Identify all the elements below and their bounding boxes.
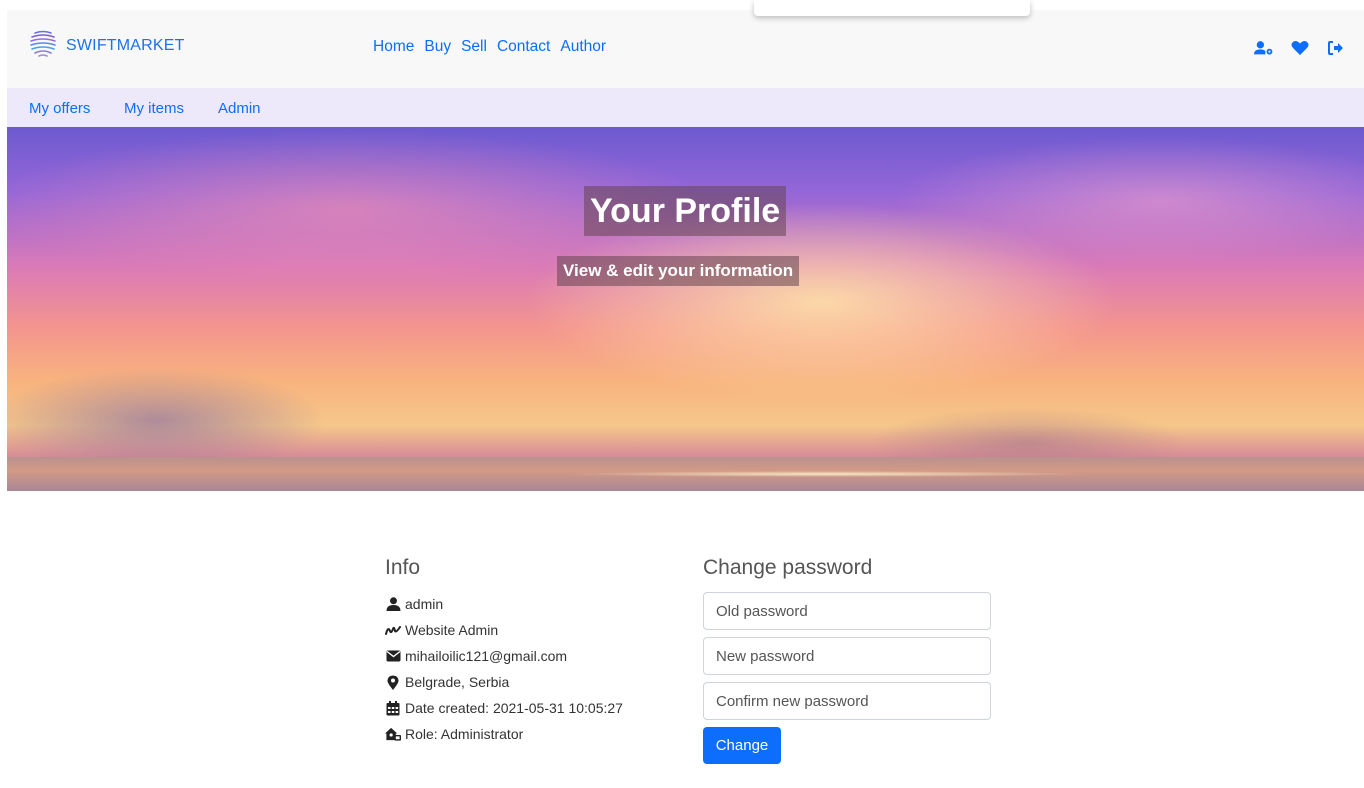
- globe-lines-logo-icon: [29, 28, 57, 63]
- nav-link-sell[interactable]: Sell: [461, 38, 487, 56]
- info-section: Info admin Website Admin mihailoilic121@…: [385, 556, 675, 747]
- new-password-input[interactable]: [703, 637, 991, 675]
- info-row-location: Belgrade, Serbia: [385, 669, 675, 695]
- change-password-button[interactable]: Change: [703, 727, 781, 764]
- nav-link-buy[interactable]: Buy: [424, 38, 451, 56]
- hero-banner: Your Profile View & edit your informatio…: [7, 127, 1364, 491]
- user-settings-icon[interactable]: [1254, 38, 1274, 58]
- old-password-input[interactable]: [703, 592, 991, 630]
- nav-icons: [1254, 38, 1346, 58]
- brand-name: SWIFTMARKET: [66, 36, 185, 54]
- change-password-heading: Change password: [703, 556, 873, 579]
- dropdown-popup-edge: [754, 0, 1030, 16]
- top-navbar: SWIFTMARKET Home Buy Sell Contact Author: [7, 10, 1364, 88]
- hero-title: Your Profile: [584, 186, 787, 236]
- nav-link-contact[interactable]: Contact: [497, 38, 550, 56]
- confirm-password-input[interactable]: [703, 682, 991, 720]
- hero-subtitle: View & edit your information: [557, 256, 800, 286]
- signature-icon: [385, 622, 401, 638]
- house-user-icon: [385, 726, 401, 742]
- info-row-title: Website Admin: [385, 617, 675, 643]
- info-row-date-created: Date created: 2021-05-31 10:05:27: [385, 695, 675, 721]
- map-marker-icon: [385, 674, 401, 690]
- change-password-section: Change password Change: [703, 556, 991, 764]
- subnav-link-my-items[interactable]: My items: [124, 100, 184, 117]
- info-row-username: admin: [385, 591, 675, 617]
- calendar-icon: [385, 700, 401, 716]
- user-icon: [385, 596, 401, 612]
- info-row-role: Role: Administrator: [385, 721, 675, 747]
- envelope-icon: [385, 648, 401, 664]
- sub-navbar: My offers My items Admin: [7, 88, 1364, 127]
- heart-icon[interactable]: [1290, 38, 1310, 58]
- nav-link-author[interactable]: Author: [560, 38, 606, 56]
- subnav-link-admin[interactable]: Admin: [218, 100, 261, 117]
- nav-link-home[interactable]: Home: [373, 38, 414, 56]
- info-row-email: mihailoilic121@gmail.com: [385, 643, 675, 669]
- subnav-link-my-offers[interactable]: My offers: [29, 100, 90, 117]
- info-heading: Info: [385, 556, 421, 579]
- main-nav: Home Buy Sell Contact Author: [373, 38, 606, 56]
- sign-out-icon[interactable]: [1326, 38, 1346, 58]
- brand[interactable]: SWIFTMARKET: [29, 28, 185, 63]
